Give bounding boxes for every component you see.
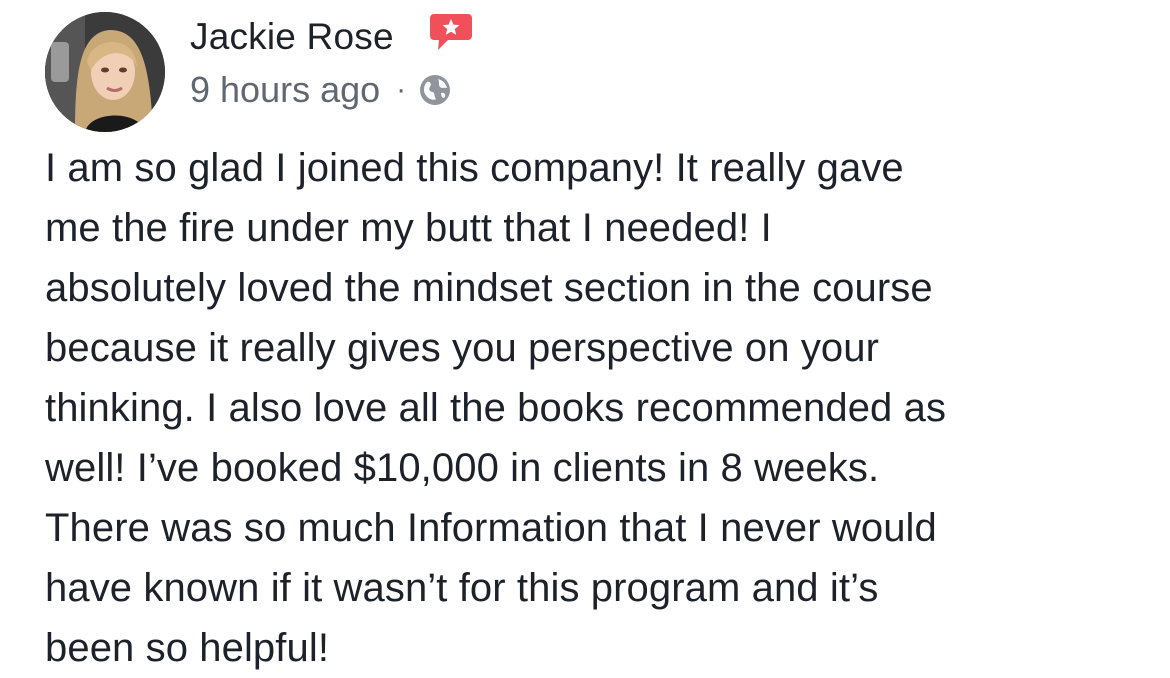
author-avatar[interactable] xyxy=(45,12,165,132)
timestamp[interactable]: 9 hours ago xyxy=(190,69,380,111)
post-body-line: because it really gives you perspective … xyxy=(45,326,880,370)
post-body-line: There was so much Information that I nev… xyxy=(45,506,937,550)
post-body-line: well! I’ve booked $10,000 in clients in … xyxy=(45,446,880,490)
post-body-line: I am so glad I joined this company! It r… xyxy=(45,146,904,190)
post-card: Jackie Rose 9 hours ago · I am so glad I… xyxy=(0,0,1170,671)
post-body-line: have known if it wasn’t for this program… xyxy=(45,566,879,610)
post-body-line: been so helpful! xyxy=(45,626,330,670)
post-body-line: me the fire under my butt that I needed!… xyxy=(45,206,772,250)
post-meta: 9 hours ago · xyxy=(190,69,452,111)
post-body-line: thinking. I also love all the books reco… xyxy=(45,386,947,430)
globe-icon[interactable] xyxy=(418,73,452,107)
post-body: I am so glad I joined this company! It r… xyxy=(45,138,1145,678)
post-body-line: absolutely loved the mindset section in … xyxy=(45,266,933,310)
meta-separator: · xyxy=(396,73,407,106)
avatar-photo xyxy=(45,12,165,132)
star-badge-icon xyxy=(430,14,472,50)
author-name[interactable]: Jackie Rose xyxy=(190,16,394,58)
